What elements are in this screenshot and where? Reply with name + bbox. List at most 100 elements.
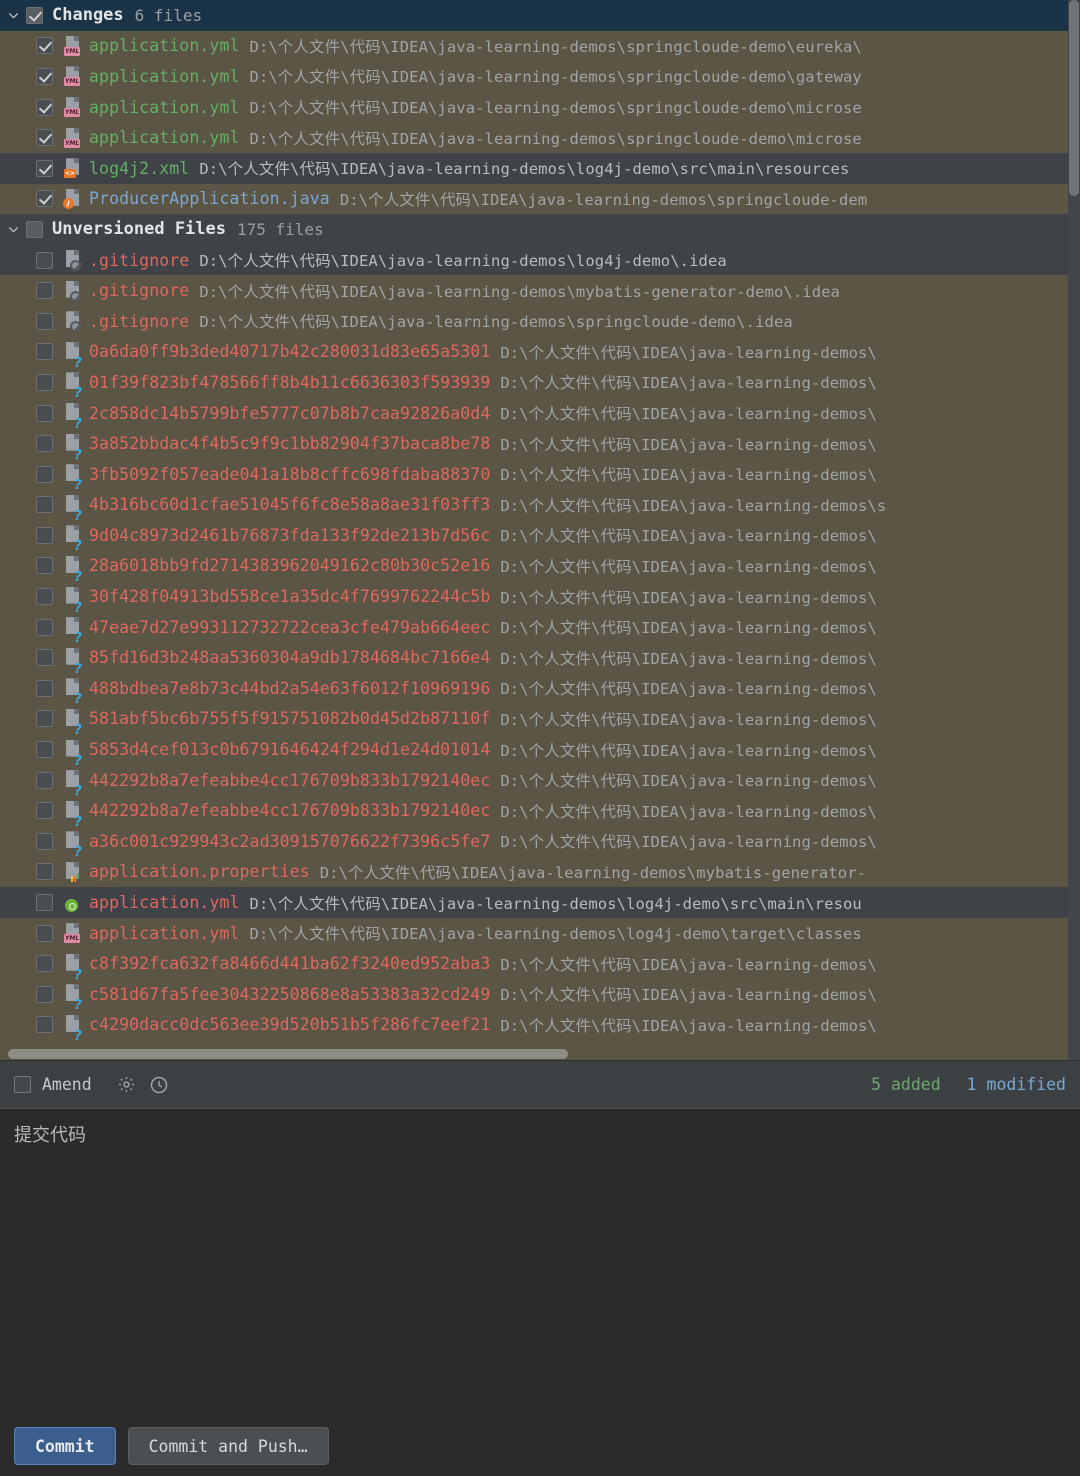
file-checkbox[interactable] bbox=[36, 496, 53, 514]
tree-file-row[interactable]: ? 3fb5092f057eade041a18b8cffc698fdaba8837… bbox=[0, 458, 1068, 492]
file-checkbox[interactable] bbox=[36, 955, 53, 973]
group-file-count: 175 files bbox=[237, 219, 324, 239]
file-checkbox[interactable] bbox=[36, 435, 53, 453]
file-checkbox[interactable] bbox=[36, 832, 53, 850]
tree-file-row[interactable]: .gitignore D:\个人文件\代码\IDEA\java-learning-… bbox=[0, 305, 1068, 337]
file-checkbox[interactable] bbox=[36, 618, 53, 636]
tree-file-row[interactable]: YML application.yml D:\个人文件\代码\IDEA\java-l… bbox=[0, 61, 1068, 92]
tree-file-row[interactable]: ? 30f428f04913bd558ce1a35dc4f7699762244c5… bbox=[0, 581, 1068, 615]
tree-vertical-scrollbar-thumb[interactable] bbox=[1069, 0, 1079, 196]
file-checkbox[interactable] bbox=[36, 710, 53, 728]
tree-file-row[interactable]: ? 01f39f823bf478566ff8b4b11c6636303f59393… bbox=[0, 367, 1068, 400]
commit-message-input[interactable]: 提交代码 bbox=[0, 1108, 1080, 1416]
file-checkbox[interactable] bbox=[36, 771, 53, 789]
gear-icon[interactable] bbox=[114, 1072, 140, 1098]
tree-file-row[interactable]: <> log4j2.xml D:\个人文件\代码\IDEA\java-learnin… bbox=[0, 152, 1068, 184]
commit-and-push-button[interactable]: Commit and Push… bbox=[127, 1427, 329, 1465]
file-checkbox[interactable] bbox=[36, 129, 53, 147]
file-checkbox[interactable] bbox=[36, 863, 53, 881]
tree-file-row[interactable]: ? 28a6018bb9fd2714383962049162c80b30c52e1… bbox=[0, 550, 1068, 584]
file-checkbox[interactable] bbox=[36, 373, 53, 391]
file-checkbox[interactable] bbox=[36, 894, 53, 912]
tree-file-row[interactable]: YML application.yml D:\个人文件\代码\IDEA\java-l… bbox=[0, 91, 1068, 123]
file-checkbox[interactable] bbox=[36, 985, 53, 1003]
file-checkbox[interactable] bbox=[36, 526, 53, 544]
dialog-footer: Commit Commit and Push… bbox=[0, 1416, 1080, 1476]
file-path: D:\个人文件\代码\IDEA\java-learning-demos\ bbox=[500, 772, 877, 791]
chevron-down-icon[interactable] bbox=[0, 223, 26, 236]
tree-group-changes[interactable]: Changes 6 files bbox=[0, 0, 1068, 31]
tree-file-row[interactable]: application.yml D:\个人文件\代码\IDEA\java-lear… bbox=[0, 887, 1068, 918]
tree-file-row[interactable]: YML application.yml D:\个人文件\代码\IDEA\java-l… bbox=[0, 122, 1068, 153]
file-checkbox[interactable] bbox=[36, 1016, 53, 1034]
file-checkbox[interactable] bbox=[36, 741, 53, 759]
tree-file-row[interactable]: ? 488bdbea7e8b73c44bd2a54e63f6012f1096919… bbox=[0, 673, 1068, 706]
file-path: D:\个人文件\代码\IDEA\java-learning-demos\ bbox=[500, 833, 877, 852]
tree-file-row[interactable]: ? a36c001c929943c2ad309157076622f7396c5fe… bbox=[0, 826, 1068, 859]
tree-horizontal-scrollbar[interactable] bbox=[0, 1048, 1068, 1060]
clock-icon[interactable] bbox=[146, 1072, 172, 1098]
tree-file-row[interactable]: ? 47eae7d27e993112732722cea3cfe479ab664ee… bbox=[0, 611, 1068, 645]
tree-file-row[interactable]: .gitignore D:\个人文件\代码\IDEA\java-learning-… bbox=[0, 244, 1068, 276]
file-path: D:\个人文件\代码\IDEA\java-learning-demos\spri… bbox=[249, 99, 862, 118]
file-checkbox[interactable] bbox=[36, 67, 53, 85]
tree-file-row[interactable]: .gitignore D:\个人文件\代码\IDEA\java-learning-… bbox=[0, 275, 1068, 306]
file-checkbox[interactable] bbox=[36, 312, 53, 330]
file-checkbox[interactable] bbox=[36, 251, 53, 269]
group-checkbox[interactable] bbox=[26, 6, 43, 24]
file-checkbox[interactable] bbox=[36, 557, 53, 575]
tree-file-row[interactable]: ? 581abf5bc6b755f5f915751082b0d45d2b87110… bbox=[0, 703, 1068, 737]
file-checkbox[interactable] bbox=[36, 37, 53, 55]
tree-file-row[interactable]: J ProducerApplication.java D:\个人文件\代码\IDEA… bbox=[0, 183, 1068, 215]
commit-message-text[interactable]: 提交代码 bbox=[14, 1123, 1066, 1148]
tree-file-row[interactable]: application.properties D:\个人文件\代码\IDEA\ja… bbox=[0, 856, 1068, 888]
ignored-file-icon bbox=[62, 310, 84, 333]
tree-file-row[interactable]: ? 2c858dc14b5799bfe5777c07b8b7caa92826a0d… bbox=[0, 397, 1068, 431]
file-checkbox[interactable] bbox=[36, 802, 53, 820]
tree-file-row[interactable]: ? 9d04c8973d2461b76873fda133f92de213b7d56… bbox=[0, 520, 1068, 553]
tree-group-unversioned-files[interactable]: Unversioned Files 175 files bbox=[0, 214, 1068, 245]
file-checkbox[interactable] bbox=[36, 649, 53, 667]
tree-vertical-scrollbar[interactable] bbox=[1068, 0, 1080, 1060]
file-name: 4b316bc60d1cfae51045f6fc8e58a8ae31f03ff3 bbox=[89, 495, 491, 515]
changes-tree[interactable]: Changes 6 files YML application.yml D:\个人文件\… bbox=[0, 0, 1068, 1060]
tree-file-row[interactable]: ? 0a6da0ff9b3ded40717b42c280031d83e65a530… bbox=[0, 336, 1068, 370]
file-checkbox[interactable] bbox=[36, 159, 53, 177]
tree-file-row[interactable]: ? c8f392fca632fa8466d441ba62f3240ed952aba… bbox=[0, 948, 1068, 982]
file-checkbox[interactable] bbox=[36, 679, 53, 697]
file-path: D:\个人文件\代码\IDEA\java-learning-demos\log4… bbox=[199, 160, 850, 179]
file-name: application.properties bbox=[89, 862, 310, 882]
file-checkbox[interactable] bbox=[36, 98, 53, 116]
amend-label[interactable]: Amend bbox=[42, 1075, 92, 1094]
file-checkbox[interactable] bbox=[36, 588, 53, 606]
tree-file-row[interactable]: ? 5853d4cef013c0b6791646424f294d1e24d0101… bbox=[0, 734, 1068, 768]
file-checkbox[interactable] bbox=[36, 465, 53, 483]
tree-file-row[interactable]: ? c581d67fa5fee30432250868e8a53383a32cd24… bbox=[0, 979, 1068, 1012]
file-checkbox[interactable] bbox=[36, 190, 53, 208]
tree-file-row[interactable]: YML application.yml D:\个人文件\代码\IDEA\java-l… bbox=[0, 917, 1068, 949]
file-checkbox[interactable] bbox=[36, 282, 53, 300]
tree-file-row[interactable]: YML application.yml D:\个人文件\代码\IDEA\java-l… bbox=[0, 30, 1068, 62]
file-path: D:\个人文件\代码\IDEA\java-learning-demos\ bbox=[500, 466, 877, 485]
amend-checkbox[interactable] bbox=[14, 1076, 31, 1093]
tree-horizontal-scrollbar-thumb[interactable] bbox=[8, 1049, 568, 1059]
file-checkbox[interactable] bbox=[36, 404, 53, 422]
tree-file-row[interactable]: ? 442292b8a7efeabbe4cc176709b833b1792140e… bbox=[0, 764, 1068, 798]
tree-file-row[interactable]: ? 4b316bc60d1cfae51045f6fc8e58a8ae31f03ff… bbox=[0, 489, 1068, 523]
file-name: 0a6da0ff9b3ded40717b42c280031d83e65a5301 bbox=[89, 342, 491, 362]
chevron-down-icon[interactable] bbox=[0, 9, 26, 22]
tree-file-row[interactable]: ? 442292b8a7efeabbe4cc176709b833b1792140e… bbox=[0, 795, 1068, 829]
group-checkbox[interactable] bbox=[26, 220, 43, 238]
tree-file-row[interactable]: ? c4290dacc0dc563ee39d520b51b5f286fc7eef2… bbox=[0, 1009, 1068, 1043]
file-name: 30f428f04913bd558ce1a35dc4f7699762244c5b bbox=[89, 587, 491, 607]
file-name: 85fd16d3b248aa5360304a9db1784684bc7166e4 bbox=[89, 648, 491, 668]
file-path: D:\个人文件\代码\IDEA\java-learning-demos\spri… bbox=[249, 129, 862, 148]
file-path: D:\个人文件\代码\IDEA\java-learning-demos\ bbox=[500, 741, 877, 760]
tree-file-row[interactable]: ? 85fd16d3b248aa5360304a9db1784684bc7166e… bbox=[0, 642, 1068, 676]
unknown-file-icon: ? bbox=[62, 739, 84, 768]
file-checkbox[interactable] bbox=[36, 343, 53, 361]
unknown-file-icon: ? bbox=[62, 524, 84, 553]
tree-file-row[interactable]: ? 3a852bbdac4f4b5c9f9c1bb82904f37baca8be7… bbox=[0, 428, 1068, 462]
commit-button[interactable]: Commit bbox=[14, 1427, 116, 1465]
file-checkbox[interactable] bbox=[36, 924, 53, 942]
